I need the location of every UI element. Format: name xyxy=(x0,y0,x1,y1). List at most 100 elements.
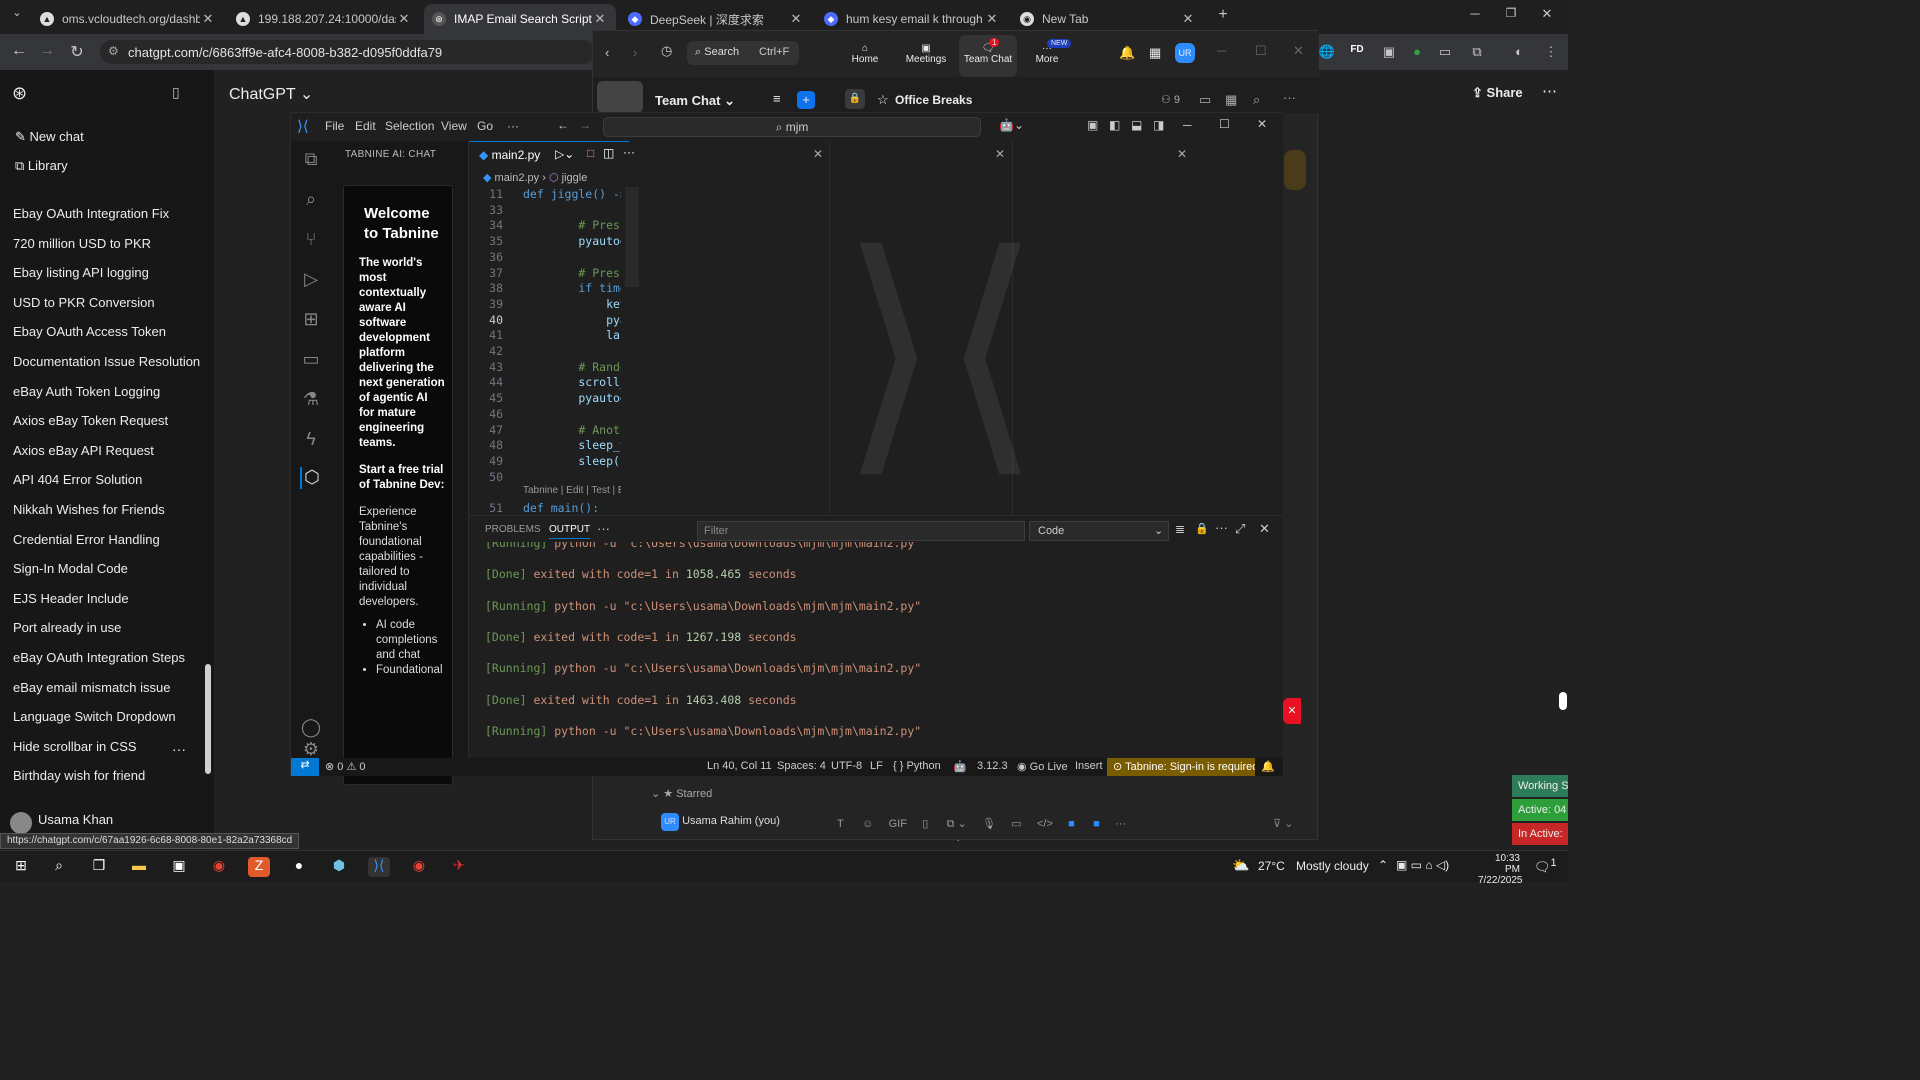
windows-start-icon[interactable]: ⊞ xyxy=(10,857,32,877)
maximize-panel-icon[interactable]: ⤢ xyxy=(1235,521,1245,537)
browser-tab[interactable]: ▲ 199.188.207.24:10000/dashboard✕ xyxy=(228,4,420,34)
cursor-position[interactable]: Ln 40, Col 11 xyxy=(707,760,772,772)
tray-chevron-icon[interactable]: ⌃ xyxy=(1378,858,1388,872)
problems-status[interactable]: ⊗ 0 ⚠ 0 xyxy=(325,760,365,773)
active-status-widget[interactable]: Active: 04 xyxy=(1512,799,1568,821)
menu-item[interactable]: Edit xyxy=(355,119,376,133)
history-icon[interactable]: ◷ xyxy=(661,43,672,59)
command-center-search[interactable]: ⌕ mjm xyxy=(603,117,981,137)
library-button[interactable]: ⧉ Library xyxy=(15,158,68,174)
history-item[interactable]: Documentation Issue Resolution xyxy=(13,354,200,369)
run-debug-icon[interactable]: ▷ xyxy=(300,269,322,291)
insert-mode[interactable]: Insert xyxy=(1075,760,1103,772)
section-title[interactable]: Team Chat ⌄ xyxy=(655,93,735,109)
new-chat-button[interactable]: ✎ New chat xyxy=(15,129,84,145)
history-item[interactable]: 720 million USD to PKR xyxy=(13,236,151,251)
copilot-status-icon[interactable]: 🤖 xyxy=(953,760,967,773)
history-item[interactable]: Nikkah Wishes for Friends xyxy=(13,502,165,517)
output-log[interactable]: [Running] python -u "c:\Users\usama\Down… xyxy=(469,542,1269,756)
send-icon[interactable]: ⊽ ⌄ xyxy=(1273,817,1293,830)
history-item[interactable]: Axios eBay Token Request xyxy=(13,413,168,428)
split-icon[interactable]: ◫ xyxy=(603,146,614,160)
browser-tab[interactable]: ▲ oms.vcloudtech.org/dashboard✕ xyxy=(32,4,224,34)
screenshot-icon[interactable]: ⧉ ⌄ xyxy=(947,818,967,830)
extensions-puzzle-icon[interactable]: ⧉ xyxy=(1468,44,1486,60)
history-item[interactable]: EJS Header Include xyxy=(13,591,129,606)
sidebar-toggle-icon[interactable]: ▯ xyxy=(172,84,180,101)
app-icon[interactable]: ■ xyxy=(1068,818,1075,830)
store-icon[interactable]: ▣ xyxy=(168,857,190,877)
maximize-icon[interactable]: ☐ xyxy=(1219,117,1230,131)
site-info-icon[interactable]: ⚙ xyxy=(108,44,119,58)
python-version[interactable]: 3.12.3 xyxy=(977,760,1008,772)
forward-icon[interactable]: → xyxy=(579,118,591,132)
toggle-panel-icon[interactable]: ⬓ xyxy=(1131,118,1142,132)
history-item[interactable]: USD to PKR Conversion xyxy=(13,295,155,310)
history-item[interactable]: Birthday wish for friend xyxy=(13,768,145,783)
tabnine-icon[interactable]: ⬡ xyxy=(300,467,322,489)
toggle-sidebar-icon[interactable]: ◧ xyxy=(1109,118,1120,132)
reload-icon[interactable]: ↻ xyxy=(66,42,88,62)
browser-tab-active[interactable]: ⊛ IMAP Email Search Script ✕ xyxy=(424,4,616,34)
user-avatar[interactable] xyxy=(10,812,32,834)
clear-output-icon[interactable]: ≣ xyxy=(1175,522,1185,536)
back-icon[interactable]: ‹ xyxy=(605,45,609,60)
menu-item[interactable]: Go xyxy=(477,119,493,133)
history-item[interactable]: eBay OAuth Integration Steps xyxy=(13,650,185,665)
more-icon[interactable]: ··· xyxy=(1115,818,1126,830)
restore-icon[interactable]: ❐ xyxy=(1500,6,1522,26)
search-icon[interactable]: ⌕ xyxy=(48,857,70,877)
notifications-bell-icon[interactable]: 🔔 xyxy=(1261,760,1275,773)
tabnine-codelens[interactable]: Tabnine | Edit | Test | E xyxy=(469,485,621,501)
model-selector[interactable]: ChatGPT ⌄ xyxy=(229,84,313,104)
openai-logo-icon[interactable]: ⊛ xyxy=(12,83,27,104)
nav-more[interactable]: ··· More NEW xyxy=(1025,39,1072,65)
close-icon[interactable]: ✕ xyxy=(788,11,804,27)
history-item[interactable]: Port already in use xyxy=(13,620,121,635)
minimap[interactable] xyxy=(625,187,639,287)
calendar-icon[interactable]: ▦ xyxy=(1225,92,1237,108)
history-item[interactable]: eBay email mismatch issue xyxy=(13,680,171,695)
zoom-app-icon[interactable]: Z xyxy=(248,857,270,877)
app2-icon[interactable]: ⬢ xyxy=(328,857,350,877)
more-icon[interactable]: ⋯ xyxy=(1542,82,1557,100)
zoom-search[interactable]: ⌕ Search Ctrl+F xyxy=(687,41,799,65)
extension-bag-icon[interactable]: ▣ xyxy=(1380,44,1398,60)
close-icon[interactable]: ✕ xyxy=(984,11,1000,27)
go-live-button[interactable]: ◉ Go Live xyxy=(1017,760,1068,773)
app2-icon[interactable]: ■ xyxy=(1093,818,1100,830)
emoji-icon[interactable]: ☺ xyxy=(862,818,873,830)
minimize-icon[interactable]: ─ xyxy=(1183,118,1192,132)
accounts-icon[interactable]: ◯ xyxy=(300,717,322,739)
close-icon[interactable]: ✕ xyxy=(1293,43,1304,59)
lock-scroll-icon[interactable]: 🔒 xyxy=(1195,522,1209,535)
user-name[interactable]: Usama Khan xyxy=(38,812,113,827)
history-item[interactable]: Ebay OAuth Integration Fix xyxy=(13,206,169,221)
tray-icons[interactable]: ▣ ▭ ⌂ ◁) xyxy=(1396,858,1449,872)
history-item[interactable]: API 404 Error Solution xyxy=(13,472,142,487)
close-icon[interactable]: ✕ xyxy=(1180,11,1196,27)
filter-icon[interactable]: ≡ xyxy=(773,91,781,106)
weather-temp[interactable]: 27°C xyxy=(1258,859,1285,873)
file-explorer-icon[interactable]: ▬ xyxy=(128,857,150,877)
encoding[interactable]: UTF-8 xyxy=(831,760,862,772)
mic-icon[interactable]: 🎙 xyxy=(982,818,996,830)
more-options-icon[interactable]: ··· xyxy=(172,741,186,757)
history-item[interactable]: Ebay OAuth Access Token xyxy=(13,324,166,339)
source-control-icon[interactable]: ⑂ xyxy=(300,229,322,251)
more-icon[interactable]: ··· xyxy=(597,521,610,536)
history-item[interactable]: Ebay listing API logging xyxy=(13,265,149,280)
chrome2-icon[interactable]: ◉ xyxy=(408,857,430,877)
app-icon[interactable]: ● xyxy=(288,857,310,877)
close-icon[interactable]: ✕ xyxy=(396,11,412,27)
minimize-icon[interactable]: ─ xyxy=(1464,6,1486,26)
self-contact[interactable]: UR Usama Rahim (you) xyxy=(661,813,780,831)
more-icon[interactable]: ··· xyxy=(623,145,635,159)
format-icon[interactable]: T xyxy=(837,818,844,830)
starred-section[interactable]: ⌄ ★ Starred xyxy=(651,787,712,800)
tab-problems[interactable]: PROBLEMS xyxy=(485,524,541,535)
menu-item[interactable]: ··· xyxy=(507,119,519,133)
code-icon[interactable]: </> xyxy=(1037,818,1053,830)
extensions-icon[interactable]: ⊞ xyxy=(300,309,322,331)
history-item[interactable]: Language Switch Dropdown xyxy=(13,709,176,724)
